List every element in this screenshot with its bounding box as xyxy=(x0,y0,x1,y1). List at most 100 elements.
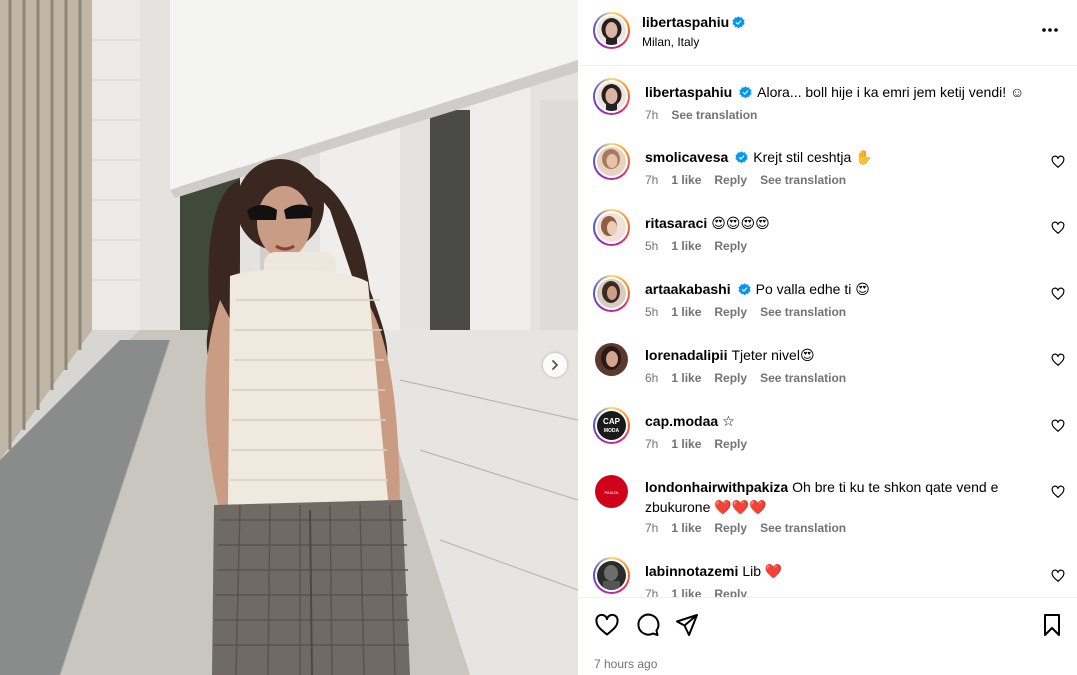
comment-avatar[interactable]: PAKIZA xyxy=(595,475,628,508)
caption-username[interactable]: libertaspahiu xyxy=(645,84,732,100)
comment-time: 5h xyxy=(645,239,659,253)
heart-icon[interactable] xyxy=(1051,287,1065,301)
comment-text-line: artaakabashi Po valla edhe ti 😍 xyxy=(645,279,1025,299)
comment-text: Tjeter nivel😍 xyxy=(731,347,815,363)
comment-likes[interactable]: 1 like xyxy=(671,305,701,319)
caption-text-line: libertaspahiu Alora... boll hije i ka emr… xyxy=(645,82,1025,102)
heart-icon[interactable] xyxy=(1051,485,1065,499)
comment-meta: 7h 1 like Reply xyxy=(645,437,747,451)
post-location[interactable]: Milan, Italy xyxy=(642,35,699,49)
comment-text-line: ritasaraci 😍😍😍😍 xyxy=(645,213,1025,233)
share-icon[interactable] xyxy=(674,612,700,638)
comment-likes[interactable]: 1 like xyxy=(671,521,701,535)
comment-likes[interactable]: 1 like xyxy=(671,173,701,187)
comment-meta: 5h 1 like Reply See translation xyxy=(645,305,846,319)
bookmark-icon[interactable] xyxy=(1039,612,1065,638)
reply-button[interactable]: Reply xyxy=(714,173,747,187)
reply-button[interactable]: Reply xyxy=(714,371,747,385)
comment-avatar[interactable] xyxy=(593,275,630,312)
comment-likes[interactable]: 1 like xyxy=(671,437,701,451)
comment-meta: 7h 1 like Reply See translation xyxy=(645,173,846,187)
heart-icon[interactable] xyxy=(1051,419,1065,433)
comment-text: 😍😍😍😍 xyxy=(711,215,770,231)
heart-icon[interactable] xyxy=(1051,155,1065,169)
comment-text-line: lorenadalipii Tjeter nivel😍 xyxy=(645,345,1025,365)
chevron-right-icon xyxy=(552,360,558,370)
comment-meta: 7h 1 like Reply xyxy=(645,587,747,597)
comment-avatar[interactable] xyxy=(593,143,630,180)
comment-text: Lib ❤️ xyxy=(742,563,783,579)
svg-text:MODA: MODA xyxy=(604,428,620,434)
comment-likes[interactable]: 1 like xyxy=(671,239,701,253)
comment-username[interactable]: smolicavesa xyxy=(645,149,728,165)
comment-meta: 6h 1 like Reply See translation xyxy=(645,371,846,385)
reply-button[interactable]: Reply xyxy=(714,239,747,253)
comment-avatar[interactable] xyxy=(595,343,628,376)
comment-avatar[interactable] xyxy=(593,209,630,246)
comment-time: 7h xyxy=(645,521,659,535)
comment-time: 7h xyxy=(645,173,659,187)
author-line: libertaspahiu xyxy=(642,14,745,30)
see-translation-link[interactable]: See translation xyxy=(760,371,846,385)
comments-list[interactable]: libertaspahiu Alora... boll hije i ka emr… xyxy=(578,67,1077,597)
comment-avatar-image xyxy=(597,561,626,590)
comment-username[interactable]: ritasaraci xyxy=(645,215,707,231)
caption-time: 7h xyxy=(645,108,659,122)
comment-username[interactable]: cap.modaa xyxy=(645,413,718,429)
comment-text-line: londonhairwithpakiza Oh bre ti ku te shko… xyxy=(645,477,1025,517)
verified-badge-icon xyxy=(732,16,745,29)
author-avatar-image xyxy=(597,16,626,45)
verified-badge-icon xyxy=(739,86,752,99)
comment-item: labinnotazemi Lib ❤️ 7h 1 like Reply xyxy=(578,557,1077,597)
like-heart-icon[interactable] xyxy=(594,612,620,638)
comment-avatar-image xyxy=(597,279,626,308)
caption-avatar[interactable] xyxy=(593,78,630,115)
verified-badge-icon xyxy=(735,151,748,164)
author-avatar[interactable] xyxy=(593,12,630,49)
comment-avatar-image xyxy=(595,343,628,376)
author-username[interactable]: libertaspahiu xyxy=(642,14,729,30)
comment-avatar-image xyxy=(597,147,626,176)
reply-button[interactable]: Reply xyxy=(714,305,747,319)
comment-username[interactable]: labinnotazemi xyxy=(645,563,738,579)
comment-username[interactable]: londonhairwithpakiza xyxy=(645,479,788,495)
svg-text:CAP: CAP xyxy=(603,417,621,426)
comment-item: CAP MODA cap.modaa ☆ 7h 1 like Reply xyxy=(578,407,1077,467)
next-image-button[interactable] xyxy=(543,353,567,377)
heart-icon[interactable] xyxy=(1051,221,1065,235)
comment-time: 7h xyxy=(645,437,659,451)
caption-avatar-image xyxy=(597,82,626,111)
comment-text: ☆ xyxy=(722,413,735,429)
see-translation-link[interactable]: See translation xyxy=(760,521,846,535)
see-translation-link[interactable]: See translation xyxy=(760,173,846,187)
comment-meta: 7h 1 like Reply See translation xyxy=(645,521,846,535)
more-options-icon[interactable] xyxy=(1040,20,1060,40)
see-translation-link[interactable]: See translation xyxy=(760,305,846,319)
comment-avatar[interactable] xyxy=(593,557,630,594)
comment-text-line: smolicavesa Krejt stil ceshtja ✋ xyxy=(645,147,1025,167)
see-translation-link[interactable]: See translation xyxy=(671,108,757,122)
comment-item: lorenadalipii Tjeter nivel😍 6h 1 like Rep… xyxy=(578,341,1077,401)
reply-button[interactable]: Reply xyxy=(714,437,747,451)
comment-likes[interactable]: 1 like xyxy=(671,371,701,385)
post-time-ago: 7 hours ago xyxy=(594,657,658,671)
comment-avatar[interactable]: CAP MODA xyxy=(593,407,630,444)
comment-username[interactable]: lorenadalipii xyxy=(645,347,727,363)
reply-button[interactable]: Reply xyxy=(714,521,747,535)
post-header: libertaspahiu Milan, Italy xyxy=(578,0,1077,66)
comment-item: artaakabashi Po valla edhe ti 😍 5h 1 like… xyxy=(578,275,1077,335)
comment-item: PAKIZA londonhairwithpakiza Oh bre ti ku … xyxy=(578,473,1077,553)
comment-meta: 5h 1 like Reply xyxy=(645,239,747,253)
comment-likes[interactable]: 1 like xyxy=(671,587,701,597)
caption-text: Alora... boll hije i ka emri jem ketij v… xyxy=(757,84,1025,100)
heart-icon[interactable] xyxy=(1051,569,1065,583)
comment-item: ritasaraci 😍😍😍😍 5h 1 like Reply xyxy=(578,209,1077,269)
comment-username[interactable]: artaakabashi xyxy=(645,281,731,297)
comment-icon[interactable] xyxy=(634,612,660,638)
heart-icon[interactable] xyxy=(1051,353,1065,367)
reply-button[interactable]: Reply xyxy=(714,587,747,597)
verified-badge-icon xyxy=(737,283,751,296)
london-hair-logo: PAKIZA xyxy=(595,475,628,508)
comment-avatar-image xyxy=(597,213,626,242)
comment-item: smolicavesa Krejt stil ceshtja ✋ 7h 1 lik… xyxy=(578,143,1077,203)
